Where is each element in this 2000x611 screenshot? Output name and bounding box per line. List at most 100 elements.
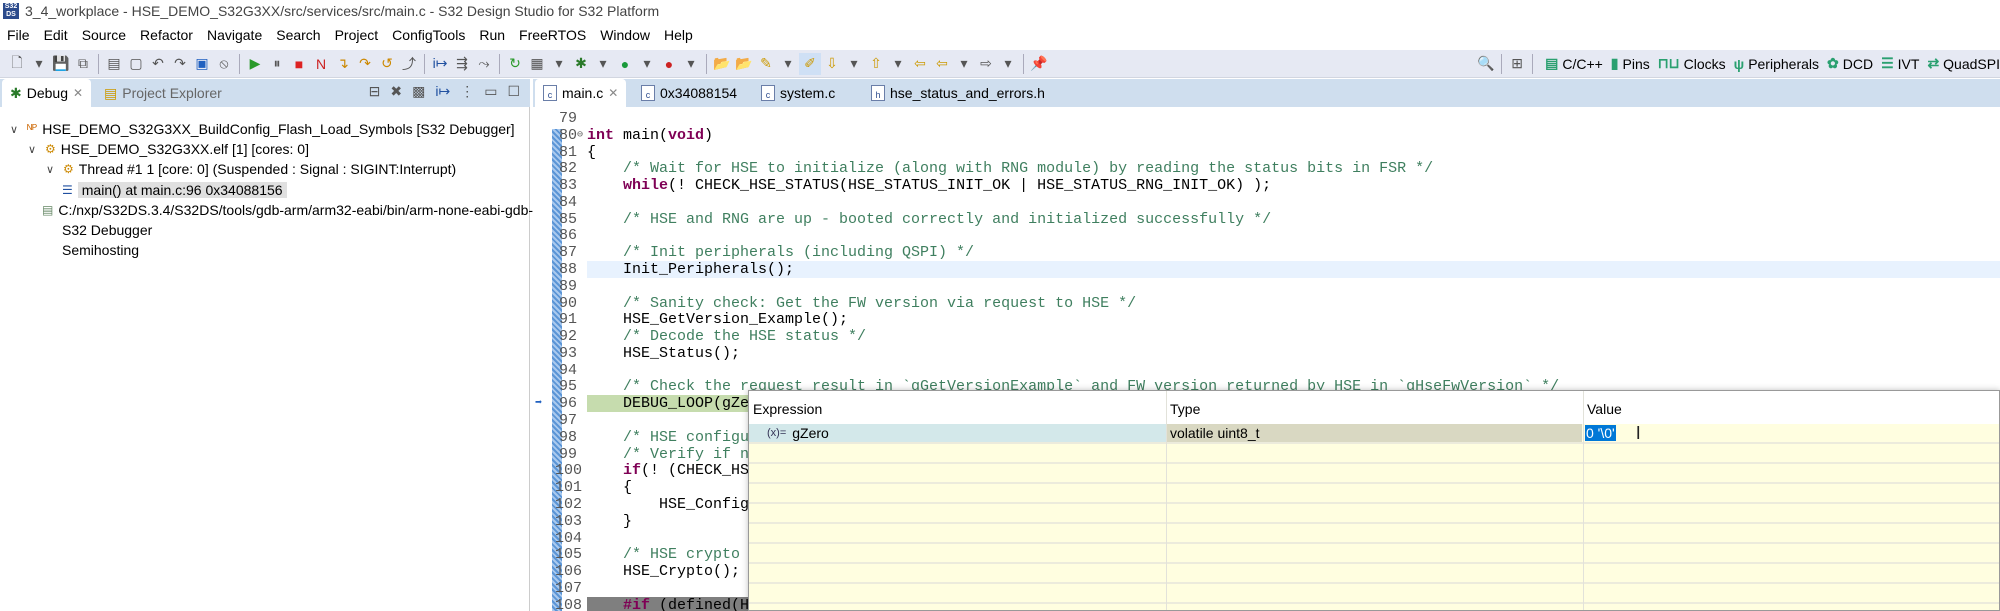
run-icon[interactable]: ● bbox=[614, 53, 636, 75]
column-header-type[interactable]: Type bbox=[1170, 401, 1200, 417]
step-over-icon[interactable]: ↷ bbox=[354, 53, 376, 75]
code-line[interactable]: 80 ⊖ int main(void) bbox=[533, 127, 2000, 144]
tab-system-c[interactable]: c system.c bbox=[753, 79, 843, 107]
menu-refactor[interactable]: Refactor bbox=[133, 27, 200, 43]
dropdown-icon[interactable]: ▾ bbox=[777, 53, 799, 75]
empty-row[interactable] bbox=[749, 484, 1999, 504]
pin-editor-icon[interactable]: 📌 bbox=[1028, 53, 1050, 75]
tree-item[interactable]: ∨ ᴺᴾ HSE_DEMO_S32G3XX_BuildConfig_Flash_Lo… bbox=[10, 119, 515, 139]
tab-main-c[interactable]: c main.c ✕ bbox=[535, 79, 627, 107]
code-line[interactable]: 86 bbox=[533, 227, 2000, 244]
tree-item[interactable]: ∨ ⚙ Thread #1 1 [core: 0] (Suspended : Sig… bbox=[46, 159, 456, 179]
dropdown-icon[interactable]: ▾ bbox=[887, 53, 909, 75]
step-filter-icon[interactable]: ⇶ bbox=[451, 53, 473, 75]
highlight-icon[interactable]: ✐ bbox=[799, 52, 821, 75]
perspective-quadspi[interactable]: ⇄ QuadSPI bbox=[1927, 55, 2000, 72]
search-icon[interactable]: 🔍 bbox=[1475, 53, 1497, 75]
tab-debug[interactable]: ✱ Debug ✕ bbox=[2, 79, 92, 107]
tree-item[interactable]: S32 Debugger bbox=[62, 220, 152, 240]
new-icon[interactable]: 🗋 bbox=[6, 53, 28, 75]
terminate-icon[interactable]: ■ bbox=[288, 53, 310, 75]
code-line[interactable]: 92 /* Decode the HSE status */ bbox=[533, 328, 2000, 345]
menu-search[interactable]: Search bbox=[269, 27, 327, 43]
save-all-icon[interactable]: ⧉ bbox=[72, 53, 94, 75]
perspective-cc[interactable]: ▤ C/C++ bbox=[1545, 55, 1603, 72]
code-line[interactable]: 88 Init_Peripherals(); bbox=[533, 261, 2000, 279]
dropdown-icon[interactable]: ▾ bbox=[592, 53, 614, 75]
close-icon[interactable]: ✕ bbox=[608, 86, 618, 100]
code-line[interactable]: 94 bbox=[533, 362, 2000, 379]
tab-disassembly[interactable]: c 0x34088154 bbox=[633, 79, 745, 107]
dropdown-icon[interactable]: ▾ bbox=[680, 53, 702, 75]
tree-item[interactable]: ▤ C:/nxp/S32DS.3.4/S32DS/tools/gdb-arm/ar… bbox=[42, 200, 533, 220]
redo-icon[interactable]: ↷ bbox=[169, 53, 191, 75]
next-annotation-icon[interactable]: ⇩ bbox=[821, 53, 843, 75]
empty-row[interactable] bbox=[749, 524, 1999, 544]
external-tools-icon[interactable]: ● bbox=[658, 53, 680, 75]
empty-row[interactable] bbox=[749, 564, 1999, 584]
undo-icon[interactable]: ↶ bbox=[147, 53, 169, 75]
instruction-step-icon[interactable]: i↦ bbox=[429, 53, 451, 75]
tree-item[interactable]: ∨ ⚙ HSE_DEMO_S32G3XX.elf [1] [cores: 0] bbox=[28, 139, 309, 159]
empty-row[interactable] bbox=[749, 464, 1999, 484]
instruction-step-icon[interactable]: i↦ bbox=[435, 83, 450, 100]
chip-icon[interactable]: ▦ bbox=[526, 53, 548, 75]
menu-window[interactable]: Window bbox=[593, 27, 657, 43]
menu-edit[interactable]: Edit bbox=[37, 27, 75, 43]
tab-hse-status-and-errors-h[interactable]: h hse_status_and_errors.h bbox=[863, 79, 1053, 107]
code-line[interactable]: 87 /* Init peripherals (including QSPI) … bbox=[533, 244, 2000, 261]
empty-row[interactable] bbox=[749, 444, 1999, 464]
step-into-icon[interactable]: ↴ bbox=[332, 53, 354, 75]
menu-configtools[interactable]: ConfigTools bbox=[385, 27, 472, 43]
chevron-down-icon[interactable]: ∨ bbox=[46, 163, 58, 176]
terminal-icon[interactable]: ▣ bbox=[191, 53, 213, 75]
step-return-icon[interactable]: ↺ bbox=[376, 53, 398, 75]
qr-icon[interactable]: ▩ bbox=[412, 83, 425, 100]
suspend-icon[interactable]: ⏸ bbox=[266, 53, 288, 75]
code-line[interactable]: 85 /* HSE and RNG are up - booted correc… bbox=[533, 211, 2000, 228]
view-menu-icon[interactable]: ⋮ bbox=[460, 83, 474, 100]
dropdown-icon[interactable]: ▾ bbox=[953, 53, 975, 75]
empty-row[interactable] bbox=[749, 584, 1999, 604]
open-project-icon[interactable]: 📂 bbox=[733, 53, 755, 75]
menu-freertos[interactable]: FreeRTOS bbox=[512, 27, 593, 43]
menu-help[interactable]: Help bbox=[657, 27, 700, 43]
close-icon[interactable]: ✕ bbox=[73, 86, 83, 100]
reset-icon[interactable]: ⤳ bbox=[473, 53, 495, 75]
perspective-clocks[interactable]: ⊓⊔ Clocks bbox=[1658, 55, 1726, 72]
perspective-dcd[interactable]: ✿ DCD bbox=[1827, 55, 1873, 72]
dropdown-icon[interactable]: ▾ bbox=[28, 53, 50, 75]
open-folder-icon[interactable]: 📂 bbox=[711, 53, 733, 75]
dropdown-icon[interactable]: ▾ bbox=[636, 53, 658, 75]
resume-icon[interactable]: ▶ bbox=[244, 53, 266, 75]
code-line[interactable]: 90 /* Sanity check: Get the FW version v… bbox=[533, 295, 2000, 312]
dropdown-icon[interactable]: ▾ bbox=[843, 53, 865, 75]
back-icon[interactable]: ⇦ bbox=[931, 53, 953, 75]
value-field[interactable]: 0 '\0' bbox=[1585, 425, 1616, 441]
code-line[interactable]: 91 HSE_GetVersion_Example(); bbox=[533, 311, 2000, 328]
perspective-ivt[interactable]: ☰ IVT bbox=[1881, 55, 1919, 72]
empty-row[interactable] bbox=[749, 504, 1999, 524]
last-edit-icon[interactable]: ⇦ bbox=[909, 53, 931, 75]
empty-row[interactable] bbox=[749, 544, 1999, 564]
chevron-down-icon[interactable]: ∨ bbox=[10, 123, 22, 136]
column-header-expression[interactable]: Expression bbox=[753, 401, 822, 417]
open-perspective-icon[interactable]: ⊞ bbox=[1506, 53, 1528, 75]
code-line[interactable]: 79 bbox=[533, 110, 2000, 127]
skip-breakpoints-icon[interactable]: ⦸ bbox=[213, 53, 235, 75]
tab-project-explorer[interactable]: ▤ Project Explorer bbox=[96, 79, 230, 107]
chevron-down-icon[interactable]: ∨ bbox=[28, 143, 40, 156]
minimize-icon[interactable]: ▭ bbox=[484, 83, 497, 100]
expression-row[interactable]: (x)= gZero volatile uint8_t 0 '\0' I bbox=[749, 423, 1999, 444]
menu-run[interactable]: Run bbox=[472, 27, 512, 43]
column-header-value[interactable]: Value bbox=[1587, 401, 1622, 417]
code-line[interactable]: 82 /* Wait for HSE to initialize (along … bbox=[533, 160, 2000, 177]
maximize-icon[interactable]: ☐ bbox=[507, 83, 520, 100]
code-line[interactable]: 83 while(! CHECK_HSE_STATUS(HSE_STATUS_I… bbox=[533, 177, 2000, 194]
menu-file[interactable]: File bbox=[0, 27, 37, 43]
fold-icon[interactable]: ⊖ bbox=[577, 127, 583, 144]
c-file-icon[interactable]: ▢ bbox=[125, 53, 147, 75]
perspective-pins[interactable]: ▮ Pins bbox=[1611, 55, 1650, 72]
collapse-all-icon[interactable]: ⊟ bbox=[369, 83, 381, 100]
dropdown-icon[interactable]: ▾ bbox=[997, 53, 1019, 75]
